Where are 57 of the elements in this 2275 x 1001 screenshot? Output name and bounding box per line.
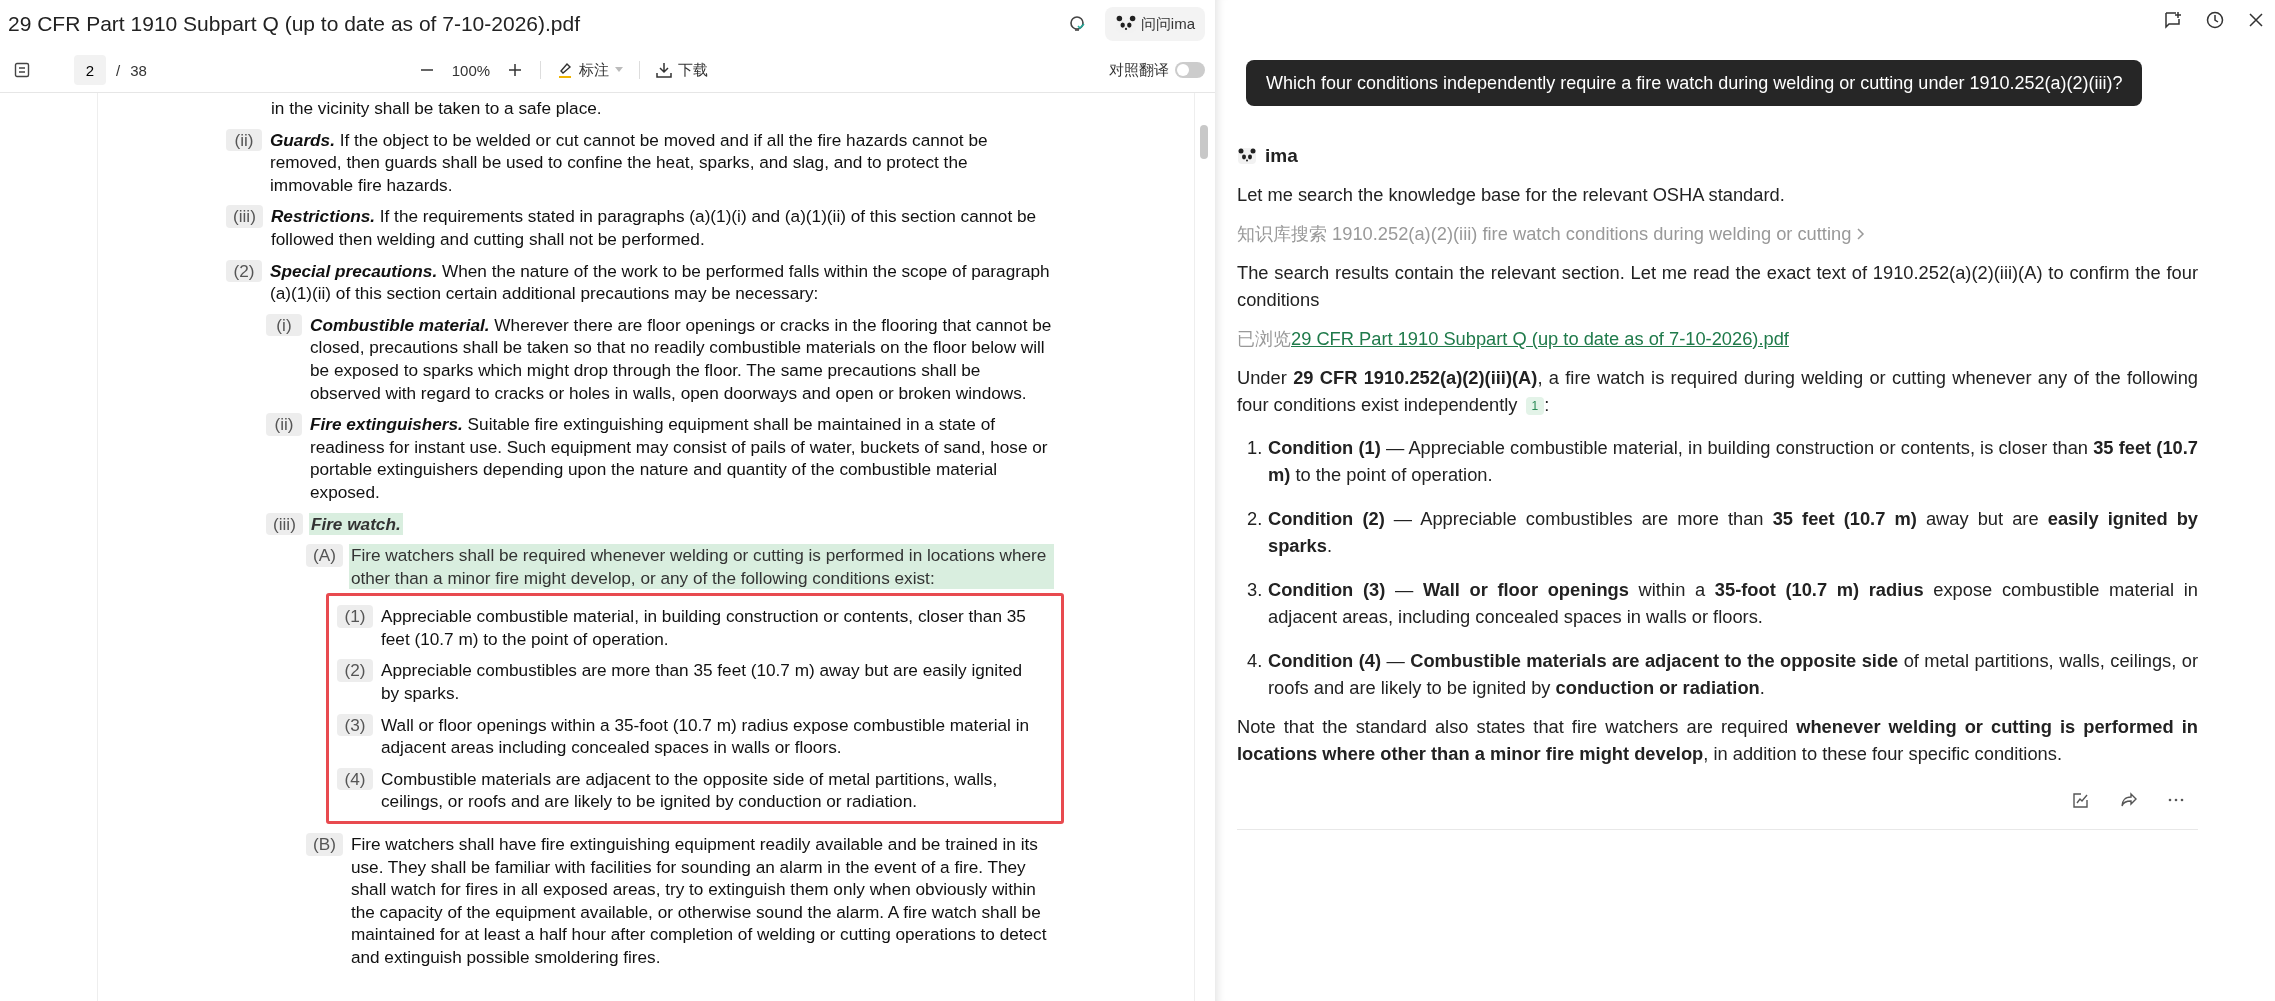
clause-label: (3) xyxy=(337,713,373,737)
translate-label: 对照翻译 xyxy=(1109,60,1169,80)
clause-label: (A) xyxy=(306,544,343,567)
answer-paragraph: The search results contain the relevant section. Let me read the exact text of 1910.252(a)(2)(iii)(A) to confirm the four conditions xyxy=(1237,261,2198,312)
scrollbar-thumb[interactable] xyxy=(1200,125,1208,159)
list-number: 4. xyxy=(1247,649,1264,673)
list-item-text: Condition (2) — Appreciable combustibles are more than 35 feet (10.7 m) away but are easily ignited by sparks. xyxy=(1268,507,2198,558)
clause-text: Guards. If the object to be welded or cut cannot be moved and if all the fire hazards cannot be removed, then guards shall be used to confine the heat, sparks, and slag, and to protect the immovable fire hazards. xyxy=(269,128,989,197)
highlighter-icon xyxy=(557,61,574,79)
clause-label: (1) xyxy=(337,605,373,628)
clause-label: (ii) xyxy=(266,413,302,436)
clause-text: Special precautions. When the nature of the work to be performed falls within the scope of paragraph (a)(1)(ii) of this section certain additional precautions may be necessary: xyxy=(269,259,1051,305)
page-number-field[interactable]: 2 xyxy=(74,55,106,85)
clause-text: in the vicinity shall be taken to a safe place. xyxy=(270,97,603,120)
answer-paragraph: Note that the standard also states that fire watchers are required whenever welding or cutting is performed in locations where other than a minor fire might develop, in addition to these four specific conditions. xyxy=(1237,715,2198,766)
clause-text: Wall or floor openings within a 35-foot (10.7 m) radius expose combustible material in adjacent areas including concealed spaces in walls or floors. xyxy=(380,713,1031,759)
clause-label: (B) xyxy=(306,833,343,856)
ask-ima-button[interactable]: 问问ima xyxy=(1104,7,1205,41)
page-total: 38 xyxy=(130,61,147,79)
question-bubble: Which four conditions independently require a fire watch during welding or cutting under 1910.252(a)(2)(iii)? xyxy=(1246,60,2143,106)
list-number: 1. xyxy=(1247,436,1264,460)
assistant-name: ima xyxy=(1265,144,1298,168)
clause-text: Combustible materials are adjacent to the opposite side of metal partitions, walls, ceilings, or roofs and are likely to be ignited by conduction or radiation. xyxy=(380,767,999,814)
clause-text: Restrictions. If the requirements stated in paragraphs (a)(1)(i) and (a)(1)(ii) of this section cannot be followed then welding and cutting shall not be performed. xyxy=(269,205,1038,251)
list-item-text: Condition (4) — Combustible materials are adjacent to the opposite side of metal partitions, walls, ceilings, or roofs and are likely to be ignited by conduction or radiation. xyxy=(1268,649,2198,700)
list-item-text: Condition (3) — Wall or floor openings within a 35-foot (10.7 m) radius expose combustible material in adjacent areas, including concealed spaces in walls or floors. xyxy=(1268,578,2198,629)
clause-text: Fire extinguishers. Suitable fire extinguishing equipment shall be maintained in a state of readiness for instant use. Such equipment may consist of pails of water, buckets of sand, hose or portable extinguishers depending upon the nature and quantity of the combustible material exposed. xyxy=(309,413,1049,504)
chevron-right-icon xyxy=(1855,226,1866,241)
clause-label: (4) xyxy=(337,767,373,791)
clause-text: Combustible material. Wherever there are floor openings or cracks in the flooring that cannot be closed, precautions shall be taken so that no readily combustible materials on the floor below will be exposed to sparks which might drop through the floor. The same precautions shall be observed with regard to cracks or holes in walls, open doorways and open or broken windows. xyxy=(309,313,1053,405)
clause-label: (2) xyxy=(226,259,262,283)
document-link[interactable]: 29 CFR Part 1910 Subpart Q (up to date as of 7-10-2026).pdf xyxy=(1291,328,1789,349)
annotate-button[interactable]: 标注 xyxy=(555,58,626,82)
page-separator: / xyxy=(116,61,121,79)
caret-icon xyxy=(615,67,624,73)
download-button[interactable]: 下载 xyxy=(654,58,711,82)
list-number: 2. xyxy=(1247,507,1264,531)
panda-icon xyxy=(1237,145,1257,166)
clause-label: (2) xyxy=(337,659,373,683)
document-title: 29 CFR Part 1910 Subpart Q (up to date as of 7-10-2026).pdf xyxy=(8,12,581,36)
clause-text: Fire watchers shall be required whenever welding or cutting is performed in locations where other than a minor fire might develop, or any of the following conditions exist: xyxy=(348,544,1054,590)
clause-text: Fire watch. xyxy=(308,512,403,536)
clause-label: (ii) xyxy=(226,128,262,152)
download-icon xyxy=(656,62,673,78)
list-item-text: Condition (1) — Appreciable combustible material, in building construction or contents, is closer than 35 feet (10.7 m) to the point of operation. xyxy=(1268,436,2198,487)
list-number: 3. xyxy=(1247,578,1264,602)
answer-paragraph: Under 29 CFR 1910.252(a)(2)(iii)(A), a fire watch is required during welding or cutting whenever any of the following four conditions exist independently 1 : xyxy=(1237,366,2198,417)
clause-label: (i) xyxy=(266,313,302,337)
clause-label: (iii) xyxy=(266,512,303,536)
clause-text: Fire watchers shall have fire extinguishing equipment readily available and be trained in its use. They shall be familiar with facilities for sounding an alarm in the event of a fire. They shall watch for fires in all exposed areas, try to extinguish them only when obviously within the capacity of the equipment available, or otherwise sound the alarm. A fire watch shall be maintained for at least a half hour after completion of welding or cutting operations to detect and extinguish possible smoldering fires. xyxy=(349,833,1048,969)
browsed-label: 已浏览 xyxy=(1237,328,1291,349)
clause-text: Appreciable combustible material, in building construction or contents, closer than 35 feet (10.7 m) to the point of operation. xyxy=(380,605,1027,651)
clause-text: Appreciable combustibles are more than 35 feet (10.7 m) away but are easily ignited by sparks. xyxy=(380,659,1024,705)
translate-toggle[interactable] xyxy=(1175,62,1205,78)
zoom-level: 100% xyxy=(451,61,491,79)
answer-paragraph: Let me search the knowledge base for the relevant OSHA standard. xyxy=(1237,183,1786,207)
clause-label: (iii) xyxy=(226,205,263,228)
